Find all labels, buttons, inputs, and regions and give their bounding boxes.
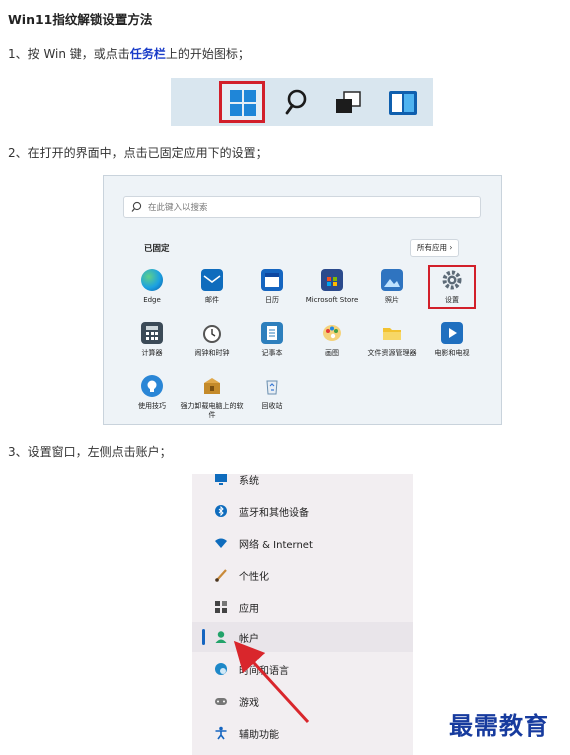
settings-window-image: 系统 蓝牙和其他设备 网络 & Internet 个性化 应用 帐户 时间和语言… [192,474,413,755]
search-icon[interactable] [284,88,310,116]
app-photos[interactable]: 照片 [360,269,424,305]
calendar-icon [261,269,283,291]
app-label: 日历 [265,296,279,304]
uninstall-icon [201,375,223,397]
app-alarms-clock[interactable]: 闹钟和时钟 [180,322,244,358]
app-label: 使用技巧 [138,402,166,410]
app-calculator[interactable]: 计算器 [120,322,184,358]
folder-icon [381,322,403,344]
mail-icon [201,269,223,291]
app-paint[interactable]: 画图 [300,322,364,358]
search-icon [131,201,142,212]
edge-icon [141,269,163,291]
app-label: 设置 [445,296,459,304]
paint-icon [321,322,343,344]
step-1-text: 1、按 Win 键，或点击任务栏上的开始图标； [8,45,250,62]
step-2-text: 2、在打开的界面中，点击已固定应用下的设置； [8,146,268,160]
all-apps-button[interactable]: 所有应用 › [410,239,460,257]
step-1-after: 上的开始图标； [165,47,250,61]
app-label: 计算器 [141,349,163,357]
app-store[interactable]: Microsoft Store [300,269,364,305]
app-tips[interactable]: 使用技巧 [120,375,184,411]
step-3-text: 3、设置窗口，左侧点击账户； [8,445,172,459]
widgets-icon[interactable] [388,90,418,116]
app-label: 强力卸载电脑上的软件 [180,402,244,419]
pinned-heading: 已固定 [144,244,170,254]
app-notepad[interactable]: 记事本 [240,322,304,358]
movies-icon [441,322,463,344]
app-label: 闹钟和时钟 [194,349,230,357]
app-label: 记事本 [261,349,283,357]
app-label: Microsoft Store [305,296,359,304]
search-placeholder: 在此键入以搜索 [148,203,208,213]
start-menu-image: 在此键入以搜索 已固定 所有应用 › Edge 邮件 日历 Microsoft … [103,175,502,425]
watermark-text: 最需教育 [449,711,549,740]
article-title: Win11指纹解锁设置方法 [8,12,153,27]
app-mail[interactable]: 邮件 [180,269,244,305]
step-1-before: 1、按 Win 键，或点击 [8,47,130,61]
app-settings[interactable]: 设置 [420,269,484,305]
task-view-icon[interactable] [334,91,362,115]
app-calendar[interactable]: 日历 [240,269,304,305]
app-label: Edge [143,296,161,304]
all-apps-label: 所有应用 [417,243,447,252]
app-file-explorer[interactable]: 文件资源管理器 [360,322,424,358]
recycle-bin-icon [261,375,283,397]
start-button-highlight[interactable] [219,81,265,123]
photos-icon [381,269,403,291]
notepad-icon [261,322,283,344]
app-edge[interactable]: Edge [120,269,184,305]
app-label: 回收站 [261,402,283,410]
tips-icon [141,375,163,397]
windows-start-icon [230,90,256,116]
taskbar-image [171,78,433,126]
app-label: 照片 [385,296,399,304]
app-uninstaller[interactable]: 强力卸载电脑上的软件 [180,375,244,420]
red-arrow-annotation [233,640,310,724]
store-icon [321,269,343,291]
app-movies-tv[interactable]: 电影和电视 [420,322,484,358]
app-label: 电影和电视 [434,349,470,357]
app-label: 邮件 [205,296,219,304]
start-search-box[interactable]: 在此键入以搜索 [123,196,481,218]
app-recycle-bin[interactable]: 回收站 [240,375,304,411]
taskbar-link[interactable]: 任务栏 [130,47,166,61]
calculator-icon [141,322,163,344]
clock-icon [201,322,223,344]
chevron-right-icon: › [449,243,453,252]
app-label: 文件资源管理器 [367,349,417,357]
gear-icon [441,269,463,291]
app-label: 画图 [325,349,339,357]
